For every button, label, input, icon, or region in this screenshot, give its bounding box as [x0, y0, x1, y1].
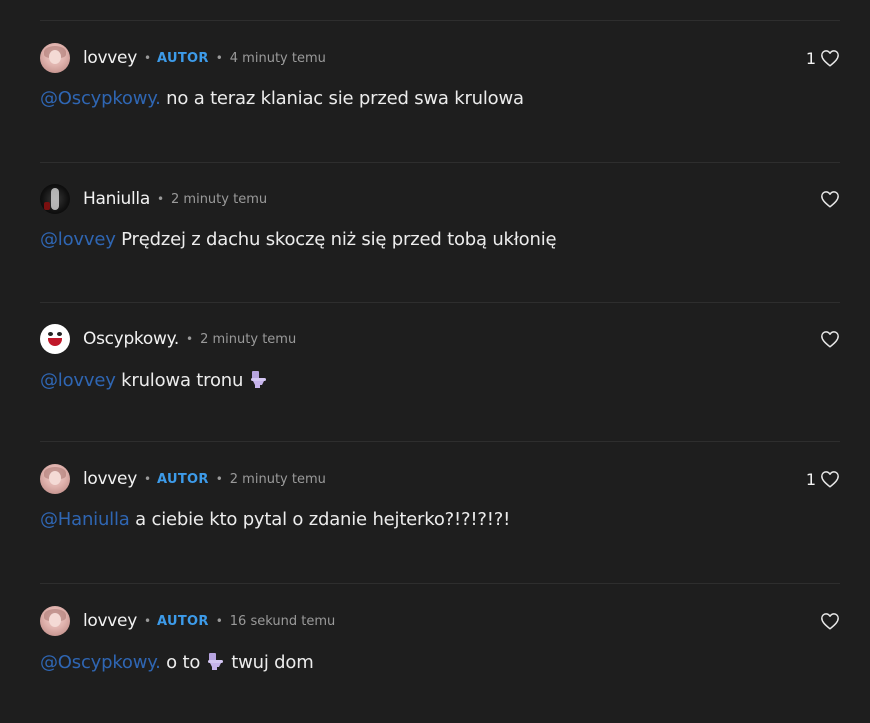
comment-message: Prędzej z dachu skoczę niż się przed tob…	[115, 229, 557, 250]
separator-dot: •	[143, 472, 152, 486]
like-button[interactable]	[820, 184, 840, 214]
separator-dot: •	[215, 472, 223, 486]
separator-dot: •	[143, 614, 152, 628]
divider	[40, 20, 840, 21]
timestamp: 2 minuty temu	[200, 331, 297, 347]
avatar[interactable]	[40, 464, 70, 494]
comments-section: lovvey • AUTOR • 4 minuty temu 1 @Oscypk…	[0, 0, 870, 723]
mention-link[interactable]: @Oscypkowy.	[40, 88, 161, 109]
comment-text: @Haniulla a ciebie kto pytal o zdanie he…	[40, 509, 510, 530]
separator-dot: •	[143, 51, 152, 65]
comment-item: lovvey • AUTOR • 2 minuty temu 1 @Haniul…	[40, 464, 840, 584]
author-badge: AUTOR	[157, 471, 209, 487]
comment-text: @Oscypkowy. no a teraz klaniac sie przed…	[40, 88, 524, 109]
comment-message: a ciebie kto pytal o zdanie hejterko?!?!…	[129, 509, 511, 530]
author-badge: AUTOR	[157, 50, 209, 66]
like-button[interactable]: 1	[806, 464, 840, 494]
comment-item: Haniulla • 2 minuty temu @lovvey Prędzej…	[40, 184, 840, 304]
avatar[interactable]	[40, 43, 70, 73]
comment-item: lovvey • AUTOR • 4 minuty temu 1 @Oscypk…	[40, 43, 840, 163]
divider	[40, 302, 840, 303]
avatar[interactable]	[40, 324, 70, 354]
comment-header: lovvey • AUTOR • 2 minuty temu 1	[40, 464, 840, 494]
separator-dot: •	[215, 51, 223, 65]
comment-item: lovvey • AUTOR • 16 sekund temu @Oscypko…	[40, 606, 840, 723]
username[interactable]: lovvey	[83, 469, 137, 489]
heart-outline-icon[interactable]	[820, 190, 840, 208]
divider	[40, 441, 840, 442]
username[interactable]: Oscypkowy.	[83, 329, 179, 349]
separator-dot: •	[215, 614, 223, 628]
comment-message: krulowa tronu	[115, 370, 249, 391]
heart-outline-icon[interactable]	[820, 49, 840, 67]
comment-header: lovvey • AUTOR • 16 sekund temu	[40, 606, 840, 636]
comment-header: Oscypkowy. • 2 minuty temu	[40, 324, 840, 354]
heart-outline-icon[interactable]	[820, 612, 840, 630]
timestamp: 16 sekund temu	[229, 613, 336, 629]
mention-link[interactable]: @Haniulla	[40, 509, 130, 530]
avatar[interactable]	[40, 184, 70, 214]
heart-outline-icon[interactable]	[820, 330, 840, 348]
username[interactable]: lovvey	[83, 611, 137, 631]
avatar[interactable]	[40, 606, 70, 636]
comment-text: @Oscypkowy. o to twuj dom	[40, 651, 314, 673]
timestamp: 2 minuty temu	[171, 191, 268, 207]
divider	[40, 583, 840, 584]
toilet-icon	[250, 371, 266, 388]
timestamp: 2 minuty temu	[229, 471, 326, 487]
comment-text: @lovvey krulowa tronu	[40, 369, 269, 391]
separator-dot: •	[156, 192, 165, 206]
like-count: 1	[805, 469, 816, 489]
username[interactable]: lovvey	[83, 48, 137, 68]
divider	[40, 162, 840, 163]
mention-link[interactable]: @lovvey	[40, 370, 116, 391]
like-button[interactable]	[820, 324, 840, 354]
author-badge: AUTOR	[157, 613, 209, 629]
like-button[interactable]: 1	[806, 43, 840, 73]
comment-text: @lovvey Prędzej z dachu skoczę niż się p…	[40, 229, 557, 250]
comment-message-end: twuj dom	[225, 652, 314, 673]
mention-link[interactable]: @lovvey	[40, 229, 116, 250]
timestamp: 4 minuty temu	[229, 50, 326, 66]
like-button[interactable]	[820, 606, 840, 636]
comment-header: lovvey • AUTOR • 4 minuty temu 1	[40, 43, 840, 73]
mention-link[interactable]: @Oscypkowy.	[40, 652, 161, 673]
toilet-icon	[207, 653, 223, 670]
comment-header: Haniulla • 2 minuty temu	[40, 184, 840, 214]
comment-message: o to	[160, 652, 206, 673]
comment-item: Oscypkowy. • 2 minuty temu @lovvey krulo…	[40, 324, 840, 444]
username[interactable]: Haniulla	[83, 189, 150, 209]
comment-message: no a teraz klaniac sie przed swa krulowa	[160, 88, 524, 109]
heart-outline-icon[interactable]	[820, 470, 840, 488]
like-count: 1	[805, 48, 816, 68]
separator-dot: •	[186, 332, 194, 346]
